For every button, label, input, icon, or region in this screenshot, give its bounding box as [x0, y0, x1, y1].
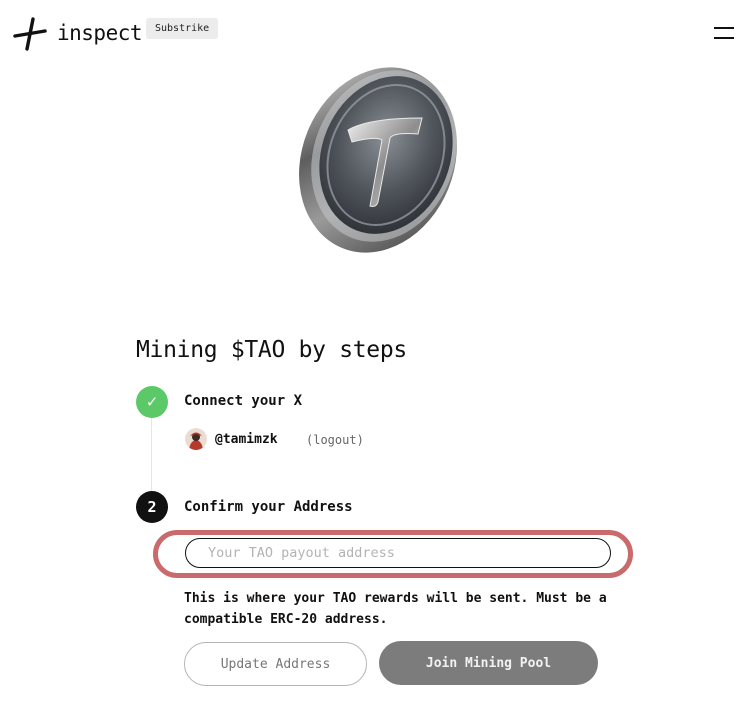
- hamburger-menu-icon[interactable]: [714, 26, 734, 40]
- step-connector-line: [151, 418, 152, 494]
- checkmark-icon: ✓: [146, 392, 158, 412]
- brand-name[interactable]: inspect: [57, 21, 143, 45]
- address-help-text: This is where your TAO rewards will be s…: [184, 591, 607, 627]
- x-username: @tamimzk: [215, 432, 278, 447]
- payout-address-input[interactable]: [185, 538, 611, 568]
- step-2-label: Confirm your Address: [184, 499, 353, 515]
- inspect-logo-icon[interactable]: [13, 17, 47, 51]
- step-1-label: Connect your X: [184, 393, 303, 409]
- join-mining-pool-button[interactable]: Join Mining Pool: [379, 641, 598, 685]
- step-2-badge: 2: [136, 491, 168, 523]
- step-1-complete-badge: ✓: [136, 386, 168, 418]
- tao-coin-image: [299, 67, 457, 253]
- update-address-button[interactable]: Update Address: [184, 642, 367, 686]
- user-avatar: [185, 428, 207, 450]
- network-badge: Substrike: [146, 18, 219, 39]
- step-2-number: 2: [147, 498, 157, 516]
- page-title: Mining $TAO by steps: [136, 337, 407, 363]
- logout-link[interactable]: (logout): [306, 433, 364, 447]
